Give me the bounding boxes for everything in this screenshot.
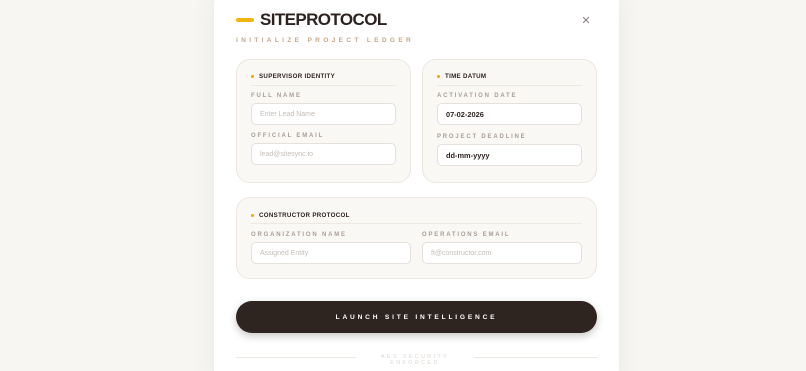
footer-divider-left bbox=[236, 357, 356, 358]
operations-email-label: OPERATIONS EMAIL bbox=[422, 232, 511, 238]
launch-site-intelligence-button[interactable]: LAUNCH SITE INTELLIGENCE bbox=[236, 301, 597, 333]
operations-email-input[interactable]: ft@constructor.com bbox=[422, 242, 582, 264]
footer-divider-right bbox=[474, 357, 597, 358]
bullet-dot-icon bbox=[251, 75, 254, 78]
activation-date-label: ACTIVATION DATE bbox=[437, 93, 518, 99]
close-icon[interactable]: ✕ bbox=[579, 14, 593, 28]
bullet-dot-icon bbox=[437, 75, 440, 78]
supervisor-identity-header: SUPERVISOR IDENTITY bbox=[251, 73, 335, 80]
bullet-dot-icon bbox=[251, 214, 254, 217]
official-email-label: OFFICIAL EMAIL bbox=[251, 133, 325, 139]
activation-date-input[interactable]: 07-02-2026 bbox=[437, 103, 582, 125]
project-deadline-input[interactable]: dd-mm-yyyy bbox=[437, 144, 582, 166]
title-row: SITEPROTOCOL bbox=[236, 10, 414, 30]
constructor-protocol-header: CONSTRUCTOR PROTOCOL bbox=[251, 212, 350, 219]
supervisor-identity-title: SUPERVISOR IDENTITY bbox=[259, 73, 336, 80]
time-datum-title: TIME DATUM bbox=[445, 73, 487, 80]
constructor-protocol-card bbox=[236, 197, 597, 279]
accent-bar bbox=[236, 18, 254, 22]
footer-security-text: AES SECURITY ENFORCED bbox=[380, 354, 450, 366]
divider bbox=[251, 85, 396, 86]
official-email-input[interactable]: lead@sitesync.io bbox=[251, 143, 396, 165]
full-name-input[interactable]: Enter Lead Name bbox=[251, 103, 396, 125]
organization-name-input[interactable]: Assigned Entity bbox=[251, 242, 411, 264]
project-deadline-label: PROJECT DEADLINE bbox=[437, 134, 527, 140]
time-datum-header: TIME DATUM bbox=[437, 73, 486, 80]
full-name-label: FULL NAME bbox=[251, 93, 302, 99]
constructor-protocol-title: CONSTRUCTOR PROTOCOL bbox=[259, 212, 350, 219]
app-subtitle: INITIALIZE PROJECT LEDGER bbox=[236, 37, 415, 44]
organization-name-label: ORGANIZATION NAME bbox=[251, 232, 347, 238]
app-title: SITEPROTOCOL bbox=[260, 10, 387, 29]
divider bbox=[437, 85, 582, 86]
divider bbox=[251, 223, 582, 224]
modal-header: SITEPROTOCOL INITIALIZE PROJECT LEDGER bbox=[236, 10, 414, 44]
